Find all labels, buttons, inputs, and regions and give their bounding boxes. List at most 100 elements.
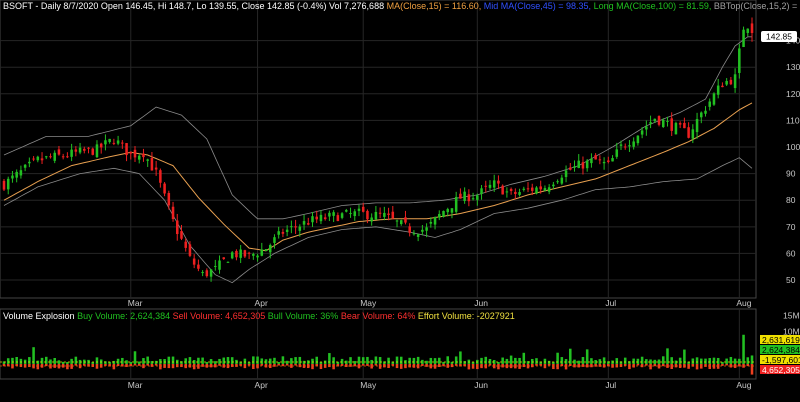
buy-volume-bar <box>433 358 437 364</box>
candle-body <box>2 180 6 190</box>
candle-body <box>442 210 445 217</box>
candle-body <box>678 123 682 125</box>
candle-body <box>374 211 378 220</box>
buy-volume-bar <box>116 358 120 364</box>
sell-volume-bar <box>454 364 458 366</box>
candle-body <box>15 171 18 178</box>
candle-body <box>594 155 597 160</box>
candle-body <box>416 234 420 237</box>
sell-volume-bar <box>19 364 23 368</box>
buy-volume-bar <box>256 356 259 364</box>
candle-body <box>57 149 61 155</box>
x-tick-label: Jun <box>474 380 488 390</box>
buy-volume-bar <box>547 360 551 364</box>
candle-body <box>277 231 280 235</box>
buy-volume-bar <box>657 359 661 364</box>
price-y-tick: 90 <box>786 169 796 179</box>
buy-volume-bar <box>518 357 521 364</box>
sell-volume-bar <box>564 364 568 370</box>
sell-volume-bar <box>505 364 509 369</box>
candle-body <box>695 119 699 133</box>
buy-volume-bar <box>226 357 230 364</box>
candle-body <box>645 126 648 130</box>
sell-volume-bar <box>180 364 183 368</box>
buy-volume-bar <box>57 360 61 364</box>
sell-volume-bar <box>146 364 149 366</box>
candle-body <box>628 145 631 147</box>
buy-volume-bar <box>332 357 335 364</box>
candle-body <box>535 187 538 194</box>
candle-body <box>319 214 323 222</box>
volume-value-text: 4,652,305 <box>762 365 800 375</box>
candle-body <box>95 144 99 158</box>
sell-volume-bar <box>357 364 361 369</box>
buy-volume-bar <box>121 357 124 364</box>
sell-volume-bar <box>438 364 441 368</box>
price-header: BSOFT - Daily 8/7/2020 Open 146.45, Hi 1… <box>3 1 800 11</box>
buy-volume-bar <box>530 358 534 364</box>
candle-body <box>353 211 357 217</box>
price-x-axis: Mar Apr May Jun Jul Aug <box>128 298 752 308</box>
sell-volume-bar <box>285 364 289 366</box>
buy-volume-bar <box>11 357 14 364</box>
price-header-long-ma: Long MA(Close,100) = 81.59, <box>594 1 712 11</box>
buy-volume-bar <box>535 358 538 364</box>
buy-volume-bar <box>602 357 606 364</box>
x-tick-label: Mar <box>128 380 143 390</box>
candle-body <box>459 193 462 199</box>
buy-volume-bar <box>645 359 648 364</box>
buy-volume-bar <box>154 360 158 364</box>
buy-volume-bar <box>167 356 171 364</box>
candle-body <box>159 170 162 183</box>
candle-body <box>700 112 703 118</box>
candle-body <box>332 212 335 216</box>
sell-volume-bar <box>340 364 344 366</box>
candle-body <box>615 149 619 157</box>
candle-body <box>573 166 576 168</box>
candle-body <box>197 264 200 269</box>
buy-volume-bar <box>163 359 166 364</box>
buy-volume-bar <box>218 358 221 364</box>
sell-volume-bar <box>467 364 471 370</box>
buy-volume-bar <box>197 357 200 364</box>
buy-volume-bar <box>184 358 187 364</box>
candle-body <box>556 181 559 183</box>
candle-body <box>290 226 293 228</box>
buy-volume-bar <box>746 357 750 364</box>
candle-body <box>602 161 606 164</box>
candle-body <box>391 211 395 219</box>
candle-body <box>480 188 483 194</box>
candle-body <box>218 260 221 270</box>
candle-body <box>408 226 411 233</box>
candle-body <box>421 229 424 232</box>
volume-y-axis: 15M10M5M2,631,6192,624,384-1,597,6014,65… <box>760 310 800 375</box>
buy-volume-bar <box>408 357 411 364</box>
buy-volume-bar <box>581 356 585 364</box>
candle-body <box>632 141 635 147</box>
candle-body <box>91 148 95 155</box>
candle-body <box>328 212 331 217</box>
candle-body <box>607 160 610 162</box>
sell-volume-bar <box>670 364 673 369</box>
price-header-ma15: MA(Close,15) = 116.60, <box>387 1 482 11</box>
buy-volume-bar <box>95 357 99 364</box>
price-header-symbol: BSOFT - Daily 8/7/2020 Open 146.45, Hi 1… <box>3 1 384 11</box>
candle-body <box>674 122 678 135</box>
candle-body <box>581 162 585 169</box>
buy-volume-bar <box>378 357 382 364</box>
candle-body <box>133 149 137 158</box>
candle-body <box>569 167 572 170</box>
buy-volume-bar <box>53 358 56 364</box>
candle-body <box>383 212 386 217</box>
sell-volume-bar <box>70 364 73 369</box>
sell-volume-bar <box>239 364 242 366</box>
candle-body <box>175 220 179 235</box>
candle-body <box>74 149 78 152</box>
candle-body <box>404 217 407 223</box>
candle-body <box>708 101 712 107</box>
candle-body <box>11 175 14 179</box>
buy-volume-bar <box>230 357 234 364</box>
candle-body <box>522 188 526 190</box>
buy-volume-bar <box>15 357 18 364</box>
sell-volume-bar <box>345 364 348 367</box>
